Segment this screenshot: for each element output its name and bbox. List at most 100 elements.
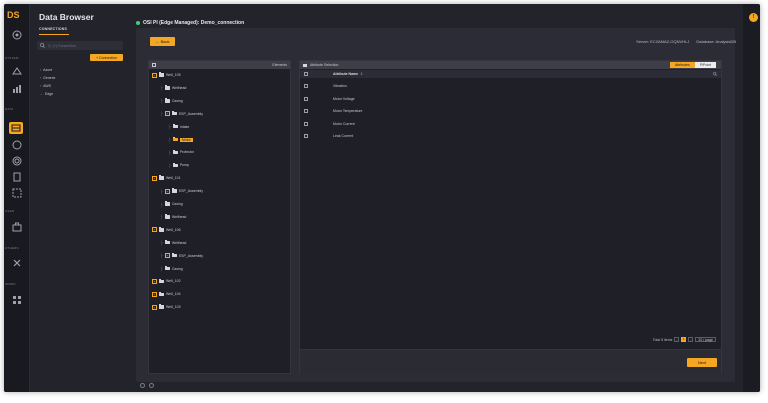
document-icon[interactable] xyxy=(12,172,22,182)
element-tree-row[interactable]: ├ + ESP_Assembly xyxy=(160,187,203,195)
tree-item-aws[interactable]: › AWS xyxy=(40,82,55,90)
page-size-select[interactable]: 20 / page xyxy=(695,337,716,342)
expand-icon[interactable]: + xyxy=(164,253,170,259)
transform-icon[interactable] xyxy=(12,188,22,198)
element-tree-row[interactable]: ├ + ESP_Assembly xyxy=(160,110,203,118)
element-label: ESP_Assembly xyxy=(178,111,203,116)
folder-icon xyxy=(164,214,170,219)
sort-icon[interactable]: ⇕ xyxy=(360,72,363,76)
attribute-row[interactable]: Motor Voltage xyxy=(300,93,721,106)
chevron-right-icon: › xyxy=(40,84,42,88)
element-label: Casing xyxy=(171,202,183,206)
tree-item-generic[interactable]: › Generic xyxy=(40,74,55,82)
element-tree-row[interactable]: + Well_103 xyxy=(152,303,181,311)
next-button[interactable]: Next xyxy=(687,358,717,367)
element-tree-row[interactable]: ├ Wellhead xyxy=(160,213,186,221)
element-label: Well_101 xyxy=(166,176,181,181)
current-page[interactable]: 1 xyxy=(681,337,687,342)
target-icon[interactable] xyxy=(12,156,22,166)
chart-icon[interactable] xyxy=(12,84,22,94)
network-icon[interactable] xyxy=(12,66,22,76)
element-tree-row[interactable]: + Well_102 xyxy=(152,277,181,285)
app-window: DS SYSTEM DATA USER OTHERS ADMIN Data Br… xyxy=(4,4,760,392)
attribute-row[interactable]: Motor Temperature xyxy=(300,105,721,118)
element-tree-row[interactable]: + Well_105 xyxy=(152,71,181,79)
prev-page-button[interactable]: ‹ xyxy=(674,337,680,342)
select-all-checkbox[interactable] xyxy=(304,72,308,76)
search-input[interactable] xyxy=(48,43,118,48)
tree-guide-line: ├ xyxy=(160,85,163,91)
expand-icon[interactable]: + xyxy=(152,72,157,78)
database-label: Database: AnalysisDB xyxy=(696,39,736,44)
notification-badge[interactable]: ! xyxy=(749,13,758,22)
attribute-row[interactable]: Leak Current xyxy=(300,130,721,143)
element-tree-row[interactable]: ├ Wellhead xyxy=(160,84,186,92)
add-connection-button[interactable]: + Connection xyxy=(90,54,123,61)
element-tree-row[interactable]: ├ Intake xyxy=(168,123,189,131)
element-label: Motor xyxy=(179,137,193,142)
element-tree-row[interactable]: ├ Casing xyxy=(160,97,183,105)
attribute-row[interactable]: Vibration xyxy=(300,80,721,93)
help-icon[interactable] xyxy=(149,383,154,388)
row-checkbox[interactable] xyxy=(304,121,308,126)
element-label: Casing xyxy=(171,266,183,271)
element-tree-row[interactable]: + Well_101 xyxy=(152,174,181,182)
server-info: Server: EC2AMAZ-OQNVHLJ Database: Analys… xyxy=(630,39,736,44)
folder-icon xyxy=(159,227,164,232)
rail-section-data: DATA xyxy=(5,107,14,111)
element-tree-row[interactable]: + Well_104 xyxy=(152,290,181,298)
row-checkbox[interactable] xyxy=(304,84,308,89)
connection-search[interactable] xyxy=(37,41,123,50)
folder-icon xyxy=(164,201,170,206)
tree-guide-line: ├ xyxy=(160,240,163,246)
query-icon[interactable] xyxy=(12,140,22,150)
element-label: Well_102 xyxy=(166,279,181,284)
element-tree-row[interactable]: ├ Wellhead xyxy=(160,239,186,247)
grid-icon[interactable] xyxy=(12,295,22,305)
toggle-attributes[interactable]: Attributes xyxy=(669,62,695,68)
toggle-pipoint[interactable]: PIPoint xyxy=(694,62,716,68)
expand-icon[interactable]: + xyxy=(152,278,157,284)
tree-item-edge[interactable]: ⌄ Edge xyxy=(40,90,55,98)
back-button[interactable]: ← Back xyxy=(150,37,175,46)
column-attribute-name[interactable]: Attribute Name xyxy=(333,72,358,76)
settings-icon[interactable] xyxy=(140,383,145,388)
expand-icon[interactable]: + xyxy=(152,227,157,233)
attribute-row[interactable]: Motor Current xyxy=(300,118,721,131)
folder-icon xyxy=(171,252,177,258)
expand-icon[interactable]: + xyxy=(164,111,170,117)
next-page-button[interactable]: › xyxy=(688,337,694,342)
tree-item-azure[interactable]: › Azure xyxy=(40,66,55,74)
attribute-list: Vibration Motor Voltage Motor Temperatur… xyxy=(300,80,721,143)
rail-section-user: USER xyxy=(5,209,15,213)
data-browser-icon[interactable] xyxy=(9,122,23,134)
expand-icon[interactable]: + xyxy=(164,188,170,194)
folder-icon xyxy=(172,149,178,155)
row-checkbox[interactable] xyxy=(304,109,308,114)
element-label: Well_104 xyxy=(166,292,181,297)
row-checkbox[interactable] xyxy=(304,96,308,101)
row-checkbox[interactable] xyxy=(304,134,308,139)
element-tree-row[interactable]: ├ Pump xyxy=(168,161,189,169)
element-tree-row[interactable]: ├ Casing xyxy=(160,200,183,208)
home-icon[interactable] xyxy=(12,30,22,40)
element-tree-row[interactable]: ├ Casing xyxy=(160,265,183,273)
element-label: Protector xyxy=(179,150,195,155)
collapse-icon[interactable] xyxy=(152,63,156,67)
data-browser-panel: Data Browser CONNECTIONS + Connection ›A… xyxy=(30,4,128,392)
expand-icon[interactable]: + xyxy=(152,291,157,297)
element-tree-row[interactable]: ├ + ESP_Assembly xyxy=(160,252,203,260)
folder-icon xyxy=(164,240,170,245)
tools-icon[interactable] xyxy=(12,258,22,268)
element-tree-row[interactable]: ├ Protector xyxy=(168,148,194,156)
folder-icon xyxy=(159,72,164,77)
briefcase-icon[interactable] xyxy=(12,222,22,232)
element-tree-row[interactable]: + Well_106 xyxy=(152,226,181,234)
element-tree-row[interactable]: ├ Motor xyxy=(168,136,193,144)
expand-icon[interactable]: + xyxy=(152,304,157,310)
expand-icon[interactable]: + xyxy=(152,175,157,181)
filter-icon[interactable] xyxy=(713,72,717,76)
tree-guide-line: ├ xyxy=(168,149,171,155)
connection-header: OSI PI (Edge Managed): Demo_connection xyxy=(136,18,735,28)
tab-connections[interactable]: CONNECTIONS xyxy=(39,27,67,31)
